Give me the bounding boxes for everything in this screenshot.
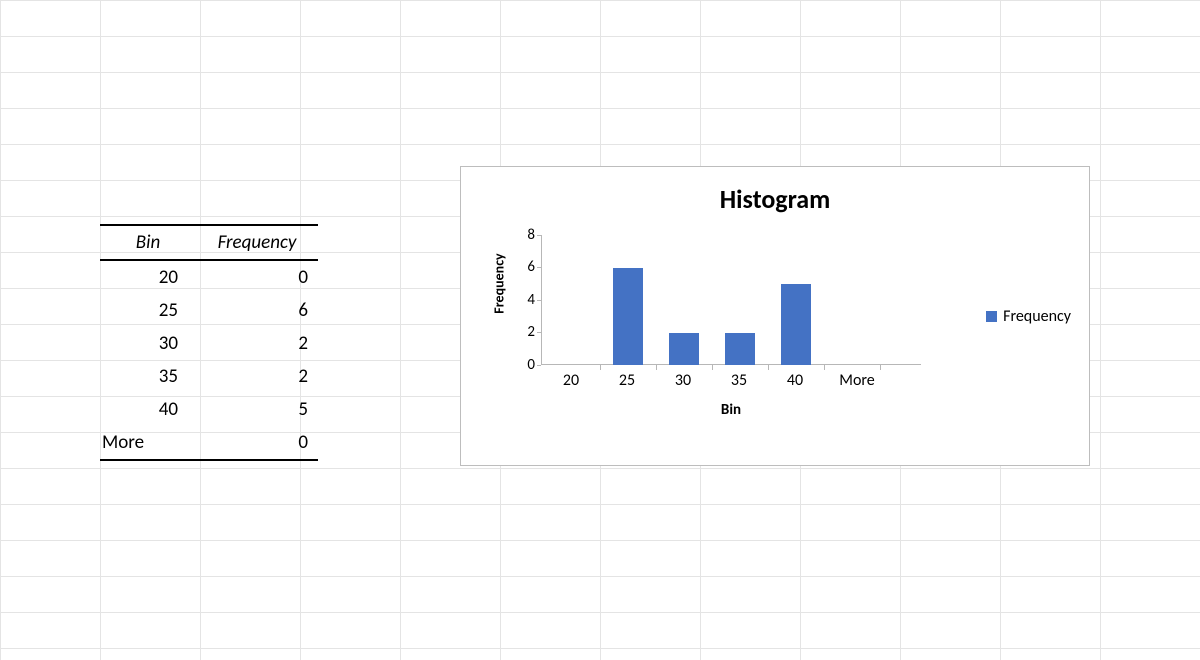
legend-swatch-icon: [986, 311, 997, 322]
cell-freq[interactable]: 5: [196, 398, 318, 421]
plot-area: 0 2 4 6 8 20 2: [541, 235, 921, 365]
x-tick-label: 20: [551, 371, 591, 390]
y-tick-mark: [537, 365, 541, 366]
cell-bin[interactable]: 35: [100, 365, 196, 388]
x-tick-label: More: [827, 371, 887, 390]
x-axis-label: Bin: [541, 401, 921, 419]
y-axis-label: Frequency: [491, 253, 508, 313]
table-row[interactable]: 35 2: [100, 360, 318, 393]
y-tick-label: 6: [503, 261, 535, 273]
x-tick-mark: [656, 365, 657, 370]
y-tick-mark: [537, 332, 541, 333]
x-tick-mark: [768, 365, 769, 370]
legend: Frequency: [986, 307, 1071, 326]
cell-freq[interactable]: 6: [196, 299, 318, 322]
bar: [781, 284, 811, 365]
cell-freq[interactable]: 2: [196, 332, 318, 355]
histogram-chart[interactable]: Histogram 0 2 4 6 8: [460, 166, 1090, 466]
bar: [725, 333, 755, 365]
y-tick-label: 2: [503, 326, 535, 338]
x-tick-mark: [880, 365, 881, 370]
bar: [613, 268, 643, 365]
table-row[interactable]: 40 5: [100, 393, 318, 426]
y-tick-label: 4: [503, 294, 535, 306]
y-tick-mark: [537, 267, 541, 268]
table-row[interactable]: 20 0: [100, 261, 318, 294]
cell-bin[interactable]: 20: [100, 266, 196, 289]
x-tick-label: 25: [607, 371, 647, 390]
x-tick-label: 30: [663, 371, 703, 390]
table-header-row: Bin Frequency: [100, 224, 318, 261]
cell-freq[interactable]: 2: [196, 365, 318, 388]
cell-freq[interactable]: 0: [196, 431, 318, 454]
chart-title: Histogram: [461, 183, 1089, 215]
bar: [669, 333, 699, 365]
x-tick-mark: [712, 365, 713, 370]
col-header-bin: Bin: [100, 231, 196, 254]
cell-bin[interactable]: 25: [100, 299, 196, 322]
table-row[interactable]: More 0: [100, 426, 318, 461]
frequency-table[interactable]: Bin Frequency 20 0 25 6 30 2 35 2 40 5 M…: [100, 224, 318, 461]
y-tick-label: 0: [503, 359, 535, 371]
x-tick-label: 40: [775, 371, 815, 390]
y-axis: [541, 235, 542, 365]
cell-freq[interactable]: 0: [196, 266, 318, 289]
x-tick-label: 35: [719, 371, 759, 390]
legend-label: Frequency: [1003, 307, 1071, 326]
spreadsheet-view[interactable]: Bin Frequency 20 0 25 6 30 2 35 2 40 5 M…: [0, 0, 1200, 660]
y-tick-label: 8: [503, 229, 535, 241]
cell-bin[interactable]: More: [100, 431, 196, 454]
y-tick-mark: [537, 300, 541, 301]
col-header-freq: Frequency: [196, 231, 318, 254]
cell-bin[interactable]: 40: [100, 398, 196, 421]
cell-bin[interactable]: 30: [100, 332, 196, 355]
table-row[interactable]: 25 6: [100, 294, 318, 327]
y-tick-mark: [537, 235, 541, 236]
table-row[interactable]: 30 2: [100, 327, 318, 360]
x-tick-mark: [600, 365, 601, 370]
x-tick-mark: [824, 365, 825, 370]
